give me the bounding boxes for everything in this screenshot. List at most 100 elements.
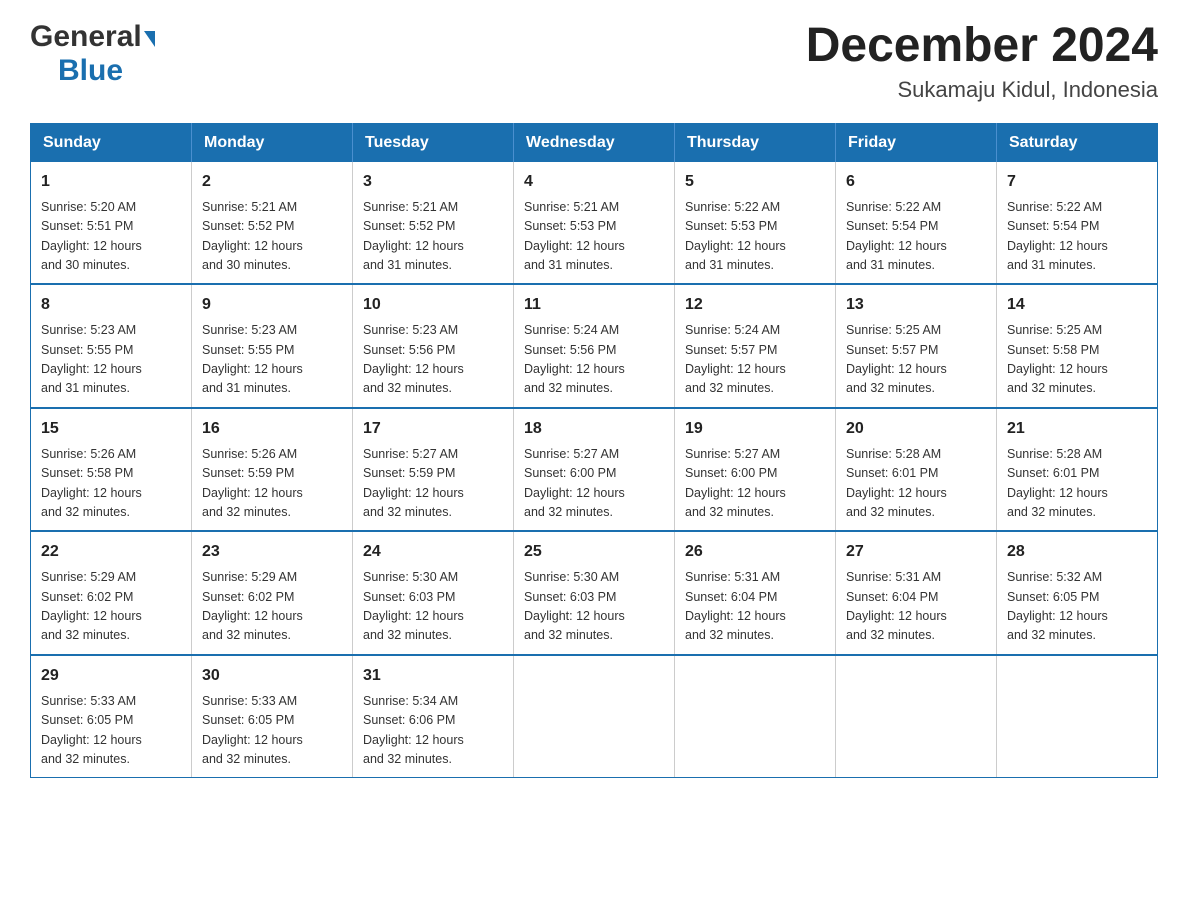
calendar-cell: 19 Sunrise: 5:27 AMSunset: 6:00 PMDayligh… [675,408,836,532]
calendar-cell: 2 Sunrise: 5:21 AMSunset: 5:52 PMDaylight… [192,162,353,285]
calendar-cell: 17 Sunrise: 5:27 AMSunset: 5:59 PMDayligh… [353,408,514,532]
day-info: Sunrise: 5:27 AMSunset: 6:00 PMDaylight:… [524,445,664,523]
day-number: 15 [41,417,181,441]
header-monday: Monday [192,123,353,162]
calendar-cell: 28 Sunrise: 5:32 AMSunset: 6:05 PMDayligh… [997,531,1158,655]
calendar-week-row: 1 Sunrise: 5:20 AMSunset: 5:51 PMDaylight… [31,162,1158,285]
calendar-cell: 16 Sunrise: 5:26 AMSunset: 5:59 PMDayligh… [192,408,353,532]
day-number: 14 [1007,293,1147,317]
day-number: 26 [685,540,825,564]
calendar-cell: 8Sunrise: 5:23 AMSunset: 5:55 PMDaylight… [31,284,192,408]
calendar-cell [997,655,1158,778]
header-thursday: Thursday [675,123,836,162]
calendar-cell: 24Sunrise: 5:30 AMSunset: 6:03 PMDayligh… [353,531,514,655]
month-title: December 2024 [806,20,1158,73]
header-friday: Friday [836,123,997,162]
calendar-cell: 30 Sunrise: 5:33 AMSunset: 6:05 PMDayligh… [192,655,353,778]
day-number: 17 [363,417,503,441]
day-info: Sunrise: 5:31 AMSunset: 6:04 PMDaylight:… [846,568,986,646]
day-number: 27 [846,540,986,564]
day-number: 12 [685,293,825,317]
day-info: Sunrise: 5:30 AMSunset: 6:03 PMDaylight:… [524,568,664,646]
day-info: Sunrise: 5:25 AMSunset: 5:57 PMDaylight:… [846,321,986,399]
calendar-cell: 22 Sunrise: 5:29 AMSunset: 6:02 PMDayligh… [31,531,192,655]
calendar-cell: 12 Sunrise: 5:24 AMSunset: 5:57 PMDayligh… [675,284,836,408]
day-number: 16 [202,417,342,441]
day-number: 5 [685,170,825,194]
day-info: Sunrise: 5:25 AMSunset: 5:58 PMDaylight:… [1007,321,1147,399]
day-number: 2 [202,170,342,194]
day-info: Sunrise: 5:33 AMSunset: 6:05 PMDaylight:… [202,692,342,770]
calendar-cell: 23Sunrise: 5:29 AMSunset: 6:02 PMDayligh… [192,531,353,655]
day-info: Sunrise: 5:20 AMSunset: 5:51 PMDaylight:… [41,198,181,276]
calendar-week-row: 15 Sunrise: 5:26 AMSunset: 5:58 PMDayligh… [31,408,1158,532]
header-saturday: Saturday [997,123,1158,162]
day-number: 28 [1007,540,1147,564]
day-number: 18 [524,417,664,441]
day-number: 7 [1007,170,1147,194]
logo: General Blue [30,20,155,88]
location-title: Sukamaju Kidul, Indonesia [806,77,1158,103]
day-info: Sunrise: 5:28 AMSunset: 6:01 PMDaylight:… [1007,445,1147,523]
calendar-cell: 3 Sunrise: 5:21 AMSunset: 5:52 PMDaylight… [353,162,514,285]
day-number: 22 [41,540,181,564]
day-info: Sunrise: 5:23 AMSunset: 5:56 PMDaylight:… [363,321,503,399]
calendar-table: Sunday Monday Tuesday Wednesday Thursday… [30,123,1158,779]
header-wednesday: Wednesday [514,123,675,162]
day-number: 10 [363,293,503,317]
day-info: Sunrise: 5:32 AMSunset: 6:05 PMDaylight:… [1007,568,1147,646]
day-number: 21 [1007,417,1147,441]
day-info: Sunrise: 5:22 AMSunset: 5:53 PMDaylight:… [685,198,825,276]
calendar-cell: 5 Sunrise: 5:22 AMSunset: 5:53 PMDaylight… [675,162,836,285]
day-info: Sunrise: 5:33 AMSunset: 6:05 PMDaylight:… [41,692,181,770]
day-info: Sunrise: 5:21 AMSunset: 5:52 PMDaylight:… [202,198,342,276]
calendar-week-row: 8Sunrise: 5:23 AMSunset: 5:55 PMDaylight… [31,284,1158,408]
calendar-cell: 31Sunrise: 5:34 AMSunset: 6:06 PMDayligh… [353,655,514,778]
calendar-cell: 26 Sunrise: 5:31 AMSunset: 6:04 PMDayligh… [675,531,836,655]
calendar-cell: 15 Sunrise: 5:26 AMSunset: 5:58 PMDayligh… [31,408,192,532]
day-number: 25 [524,540,664,564]
calendar-cell: 6Sunrise: 5:22 AMSunset: 5:54 PMDaylight… [836,162,997,285]
day-info: Sunrise: 5:31 AMSunset: 6:04 PMDaylight:… [685,568,825,646]
day-number: 4 [524,170,664,194]
day-number: 31 [363,664,503,688]
day-number: 23 [202,540,342,564]
weekday-header-row: Sunday Monday Tuesday Wednesday Thursday… [31,123,1158,162]
day-number: 3 [363,170,503,194]
logo-general-text: General [30,20,142,54]
day-number: 19 [685,417,825,441]
day-info: Sunrise: 5:27 AMSunset: 6:00 PMDaylight:… [685,445,825,523]
title-section: December 2024 Sukamaju Kidul, Indonesia [806,20,1158,103]
day-info: Sunrise: 5:28 AMSunset: 6:01 PMDaylight:… [846,445,986,523]
day-info: Sunrise: 5:26 AMSunset: 5:58 PMDaylight:… [41,445,181,523]
calendar-cell: 11Sunrise: 5:24 AMSunset: 5:56 PMDayligh… [514,284,675,408]
calendar-cell: 1 Sunrise: 5:20 AMSunset: 5:51 PMDaylight… [31,162,192,285]
calendar-week-row: 22 Sunrise: 5:29 AMSunset: 6:02 PMDayligh… [31,531,1158,655]
day-info: Sunrise: 5:30 AMSunset: 6:03 PMDaylight:… [363,568,503,646]
calendar-cell: 21 Sunrise: 5:28 AMSunset: 6:01 PMDayligh… [997,408,1158,532]
day-number: 20 [846,417,986,441]
calendar-cell: 25 Sunrise: 5:30 AMSunset: 6:03 PMDayligh… [514,531,675,655]
day-info: Sunrise: 5:24 AMSunset: 5:57 PMDaylight:… [685,321,825,399]
logo-triangle-icon [144,31,155,47]
day-info: Sunrise: 5:22 AMSunset: 5:54 PMDaylight:… [846,198,986,276]
day-info: Sunrise: 5:24 AMSunset: 5:56 PMDaylight:… [524,321,664,399]
calendar-cell: 20 Sunrise: 5:28 AMSunset: 6:01 PMDayligh… [836,408,997,532]
calendar-cell: 10 Sunrise: 5:23 AMSunset: 5:56 PMDayligh… [353,284,514,408]
calendar-cell: 27 Sunrise: 5:31 AMSunset: 6:04 PMDayligh… [836,531,997,655]
day-number: 1 [41,170,181,194]
day-info: Sunrise: 5:21 AMSunset: 5:53 PMDaylight:… [524,198,664,276]
day-info: Sunrise: 5:27 AMSunset: 5:59 PMDaylight:… [363,445,503,523]
day-info: Sunrise: 5:21 AMSunset: 5:52 PMDaylight:… [363,198,503,276]
page-header: General Blue December 2024 Sukamaju Kidu… [30,20,1158,103]
calendar-cell: 7Sunrise: 5:22 AMSunset: 5:54 PMDaylight… [997,162,1158,285]
calendar-cell: 29Sunrise: 5:33 AMSunset: 6:05 PMDayligh… [31,655,192,778]
day-number: 9 [202,293,342,317]
header-sunday: Sunday [31,123,192,162]
calendar-cell [675,655,836,778]
calendar-cell: 14 Sunrise: 5:25 AMSunset: 5:58 PMDayligh… [997,284,1158,408]
day-info: Sunrise: 5:26 AMSunset: 5:59 PMDaylight:… [202,445,342,523]
day-number: 30 [202,664,342,688]
calendar-week-row: 29Sunrise: 5:33 AMSunset: 6:05 PMDayligh… [31,655,1158,778]
day-info: Sunrise: 5:29 AMSunset: 6:02 PMDaylight:… [41,568,181,646]
